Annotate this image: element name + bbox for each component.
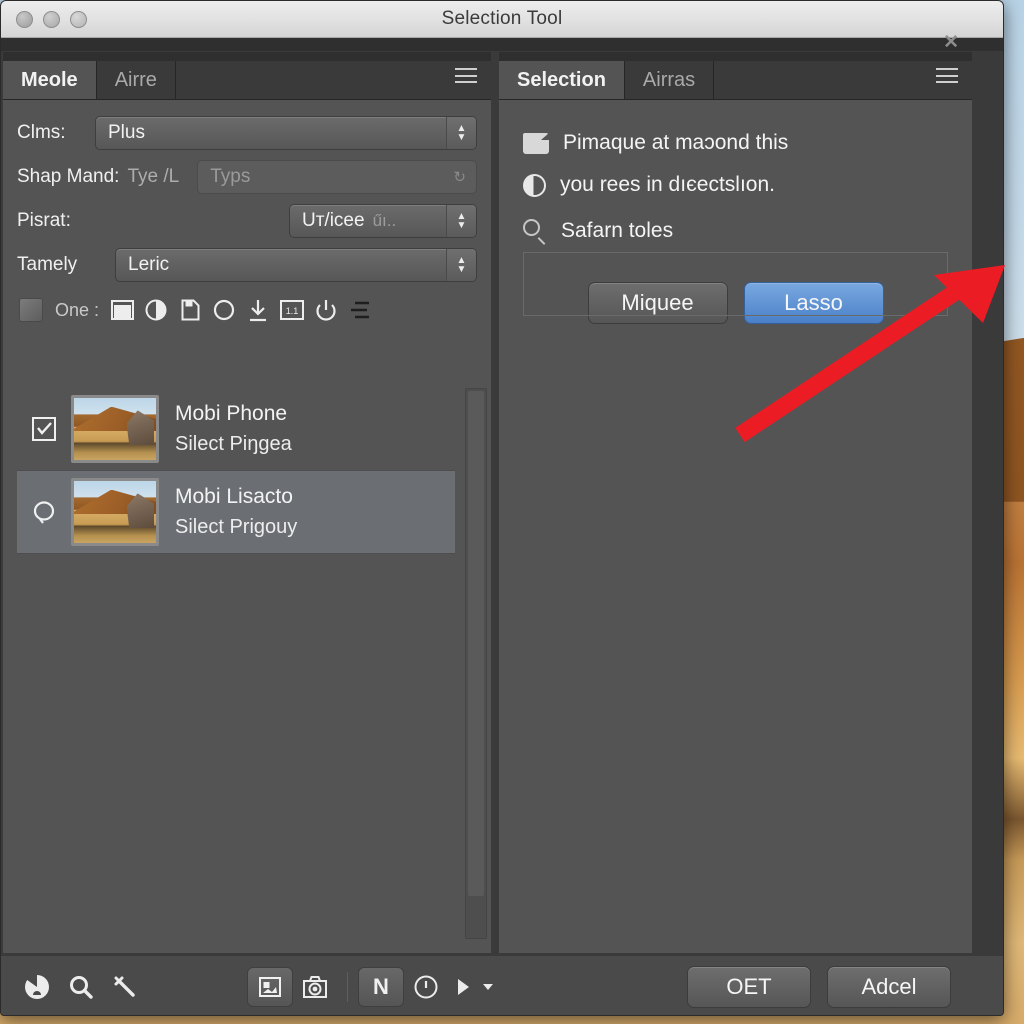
checkbox-checked-icon[interactable] [17, 416, 71, 442]
chrome-strip: ✕ [1, 33, 1003, 52]
list-item-text: Mobi Lisacto Silect Prigouy [159, 482, 297, 542]
hamburger-menu-icon[interactable] [455, 68, 477, 83]
window-titlebar: Selection Tool [1, 1, 1003, 38]
tamely-value: Leric [128, 254, 170, 275]
list-item-title: Mobi Phone [175, 402, 288, 425]
list-item-title: Mobi Lisacto [175, 485, 293, 508]
oet-button[interactable]: OET [687, 965, 811, 1008]
content-line-2-text: you rees in dıєectslıon. [560, 173, 775, 196]
half-circle-contrast-icon[interactable] [139, 295, 173, 325]
left-panel: Meole Airre Clms: Plus ▲ ▼ Shap Mand: Ty… [2, 51, 492, 954]
right-panel-tabbar: Selection Airras [499, 52, 972, 100]
clms-value: Plus [108, 122, 145, 143]
content-outline-box [523, 252, 948, 316]
image-placeholder-icon[interactable] [247, 966, 293, 1007]
tool-icon-row: One : 1.1 [17, 290, 477, 330]
circle-outline-icon[interactable] [207, 295, 241, 325]
pisrat-value-suffix: űı.. [372, 211, 397, 230]
pisrat-combobox[interactable]: Uт/icee űı.. ▲ ▼ [289, 204, 477, 238]
filled-square-icon[interactable] [105, 295, 139, 325]
hammer-tool-icon[interactable] [103, 967, 147, 1007]
typs-value: Typs [210, 166, 251, 187]
magnifier-icon[interactable] [59, 967, 103, 1007]
pisrat-stepper[interactable]: ▲ ▼ [446, 205, 476, 237]
right-panel: Selection Airras Pimaque at maɔond this … [498, 51, 973, 954]
label-shap-mand-secondary: Tye /L [127, 166, 180, 187]
item-list: Mobi Phone Silect Piŋgea Mobi Lisacto Si… [17, 388, 455, 566]
tab-airras[interactable]: Airras [624, 61, 715, 99]
scrollbar-thumb[interactable] [468, 391, 484, 897]
color-wheel-icon[interactable] [15, 967, 59, 1007]
tab-selection[interactable]: Selection [499, 61, 625, 99]
label-pisrat: Pisrat: [17, 210, 71, 231]
dimension-box-icon[interactable]: 1.1 [275, 295, 309, 325]
lasso-loop-icon[interactable] [17, 498, 71, 526]
right-panel-content: Pimaque at maɔond this you rees in dıєec… [499, 100, 972, 324]
align-lines-icon[interactable] [343, 295, 377, 325]
camera-icon[interactable] [293, 967, 337, 1007]
download-arrow-icon[interactable] [241, 295, 275, 325]
folder-icon [523, 132, 549, 154]
label-shap-mand: Shap Mand: [17, 166, 120, 187]
field-row-tamely: Tamely Leric ▲ ▼ [17, 246, 477, 284]
label-tamely: Tamely [17, 254, 78, 275]
cycle-icon[interactable]: ↻ [453, 168, 466, 186]
svg-text:1.1: 1.1 [286, 306, 299, 316]
table-row[interactable]: Mobi Lisacto Silect Prigouy [17, 471, 455, 554]
panel-close-icon[interactable]: ✕ [943, 33, 959, 52]
content-line-3: Safarn toles [523, 210, 948, 252]
radio-half-icon[interactable] [523, 173, 546, 197]
tamely-stepper[interactable]: ▲ ▼ [446, 249, 476, 281]
content-line-1-text: Pimaque at maɔond this [563, 131, 789, 154]
list-item-subtitle: Silect Prigouy [175, 516, 298, 538]
application-window: Selection Tool ✕ Meole Airre Clms: Plus … [0, 0, 1004, 1016]
label-clms: Clms: [17, 122, 66, 143]
left-panel-form: Clms: Plus ▲▼ Shap Mand: Tye /L Typs ↻ [3, 100, 491, 330]
tamely-combobox[interactable]: Leric ▲ ▼ [115, 248, 477, 282]
content-line-3-text: Safarn toles [561, 219, 674, 242]
bottom-toolbar: N OET Adcel [1, 955, 1003, 1015]
power-icon[interactable] [309, 295, 343, 325]
toolbar-divider [347, 971, 348, 1002]
play-triangle-icon[interactable] [448, 967, 478, 1007]
table-row[interactable]: Mobi Phone Silect Piŋgea [17, 388, 455, 471]
save-disk-icon[interactable] [173, 295, 207, 325]
list-item-subtitle: Silect Piŋgea [175, 433, 292, 455]
content-line-1: Pimaque at maɔond this [523, 122, 948, 164]
field-row-shap-mand: Shap Mand: Tye /L Typs ↻ [17, 158, 477, 196]
desert-dune-thumbnail [71, 395, 159, 463]
content-line-2: you rees in dıєectslıon. [523, 164, 948, 206]
normal-mode-toggle[interactable]: N [358, 966, 404, 1007]
list-scrollbar[interactable] [465, 388, 487, 939]
field-row-pisrat: Pisrat: Uт/icee űı.. ▲ ▼ [17, 202, 477, 240]
window-title: Selection Tool [441, 8, 563, 29]
tab-meole[interactable]: Meole [3, 61, 97, 99]
chevron-down-icon[interactable] [478, 967, 498, 1007]
pisrat-value: Uт/icee [302, 210, 365, 231]
bottom-action-buttons: OET Adcel [687, 965, 1003, 1008]
window-body: ✕ Meole Airre Clms: Plus ▲ ▼ Shap Mand: … [1, 33, 1003, 1015]
clms-stepper[interactable]: ▲ ▼ [446, 117, 476, 149]
left-panel-tabbar: Meole Airre [3, 52, 491, 100]
color-swatch[interactable] [19, 298, 43, 322]
adcel-button[interactable]: Adcel [827, 965, 951, 1008]
hamburger-menu-icon[interactable] [936, 68, 958, 83]
tabbar-filler [175, 61, 491, 99]
history-clock-icon[interactable] [404, 967, 448, 1007]
field-row-clms: Clms: Plus ▲ ▼ [17, 114, 477, 152]
typs-input[interactable]: Typs ↻ [197, 160, 477, 194]
tabbar-filler [714, 61, 972, 99]
search-icon[interactable] [523, 219, 547, 245]
desert-dune-thumbnail [71, 478, 159, 546]
list-item-text: Mobi Phone Silect Piŋgea [159, 399, 292, 459]
clms-combobox[interactable]: Plus ▲ ▼ [95, 116, 477, 150]
icon-row-label: One : [55, 299, 100, 320]
tab-airre[interactable]: Airre [96, 61, 176, 99]
